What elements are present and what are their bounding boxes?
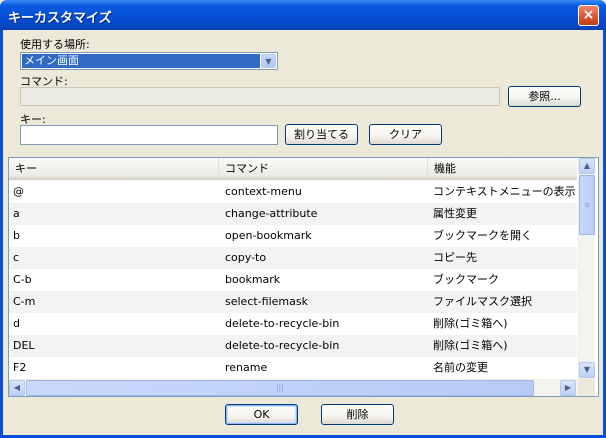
command-cell: copy-to: [225, 251, 267, 264]
command-cell: bookmark: [225, 273, 281, 286]
command-cell: select-filemask: [225, 295, 308, 308]
delete-button[interactable]: 削除: [321, 404, 394, 425]
function-cell: コンテキストメニューの表示: [433, 185, 576, 198]
dialog-body: 使用する場所: メイン画面 ▼ コマンド: 参照... キー: 割り当てる クリ…: [3, 30, 603, 435]
column-header-key[interactable]: キー: [9, 158, 219, 180]
table-row[interactable]: @ context-menu コンテキストメニューの表示: [9, 181, 577, 203]
key-binding-table[interactable]: キー コマンド 機能 @ context-menu コンテキストメニューの表示 …: [8, 157, 599, 397]
close-button[interactable]: ×: [578, 5, 599, 26]
table-row[interactable]: DEL delete-to-recycle-bin 削除(ゴミ箱へ): [9, 335, 577, 357]
command-cell: delete-to-recycle-bin: [225, 339, 340, 352]
key-cell: DEL: [13, 339, 35, 352]
command-cell: rename: [225, 361, 268, 374]
function-cell: ブックマークを開く: [433, 229, 532, 242]
command-cell: delete-to-recycle-bin: [225, 317, 340, 330]
browse-button[interactable]: 参照...: [508, 86, 581, 107]
assign-button[interactable]: 割り当てる: [285, 124, 358, 145]
location-dropdown[interactable]: メイン画面 ▼: [20, 52, 278, 70]
clear-button[interactable]: クリア: [369, 124, 442, 145]
vertical-scrollbar[interactable]: ▲ ≡ ▼: [578, 158, 595, 379]
command-cell: context-menu: [225, 185, 302, 198]
table-header: キー コマンド 機能: [9, 158, 577, 180]
close-icon: ×: [582, 7, 595, 23]
table-row[interactable]: d delete-to-recycle-bin 削除(ゴミ箱へ): [9, 313, 577, 335]
table-row[interactable]: F2 rename 名前の変更: [9, 357, 577, 379]
table-row[interactable]: b open-bookmark ブックマークを開く: [9, 225, 577, 247]
arrow-down-icon[interactable]: ▼: [579, 362, 595, 378]
window-title: キーカスタマイズ: [8, 11, 112, 26]
location-label: 使用する場所:: [20, 38, 90, 51]
key-cell: C-m: [13, 295, 36, 308]
horizontal-scroll-thumb[interactable]: |||: [26, 380, 534, 396]
horizontal-scrollbar[interactable]: ◀ ||| ▶: [9, 379, 578, 396]
function-cell: 属性変更: [433, 207, 477, 220]
chevron-down-icon[interactable]: ▼: [261, 54, 276, 68]
title-bar[interactable]: キーカスタマイズ ×: [0, 0, 606, 30]
arrow-left-icon[interactable]: ◀: [9, 380, 25, 396]
key-cell: a: [13, 207, 20, 220]
function-cell: ファイルマスク選択: [433, 295, 532, 308]
table-row[interactable]: a change-attribute 属性変更: [9, 203, 577, 225]
command-field[interactable]: [20, 87, 500, 106]
function-cell: 削除(ゴミ箱へ): [433, 317, 508, 330]
key-field[interactable]: [20, 125, 278, 145]
location-selected-value: メイン画面: [22, 54, 260, 68]
key-cell: d: [13, 317, 20, 330]
arrow-up-icon[interactable]: ▲: [579, 158, 595, 174]
command-cell: open-bookmark: [225, 229, 312, 242]
column-header-function[interactable]: 機能: [428, 158, 577, 180]
command-cell: change-attribute: [225, 207, 318, 220]
table-row[interactable]: c copy-to コピー先: [9, 247, 577, 269]
function-cell: 削除(ゴミ箱へ): [433, 339, 508, 352]
key-cell: c: [13, 251, 20, 264]
key-cell: b: [13, 229, 20, 242]
key-cell: F2: [13, 361, 27, 374]
table-row[interactable]: C-m select-filemask ファイルマスク選択: [9, 291, 577, 313]
vertical-scroll-thumb[interactable]: ≡: [579, 175, 595, 235]
column-header-command[interactable]: コマンド: [219, 158, 428, 180]
dialog-window: キーカスタマイズ × 使用する場所: メイン画面 ▼ コマンド: 参照... キ…: [0, 0, 606, 438]
key-cell: C-b: [13, 273, 32, 286]
key-cell: @: [13, 185, 24, 198]
function-cell: 名前の変更: [433, 361, 488, 374]
arrow-right-icon[interactable]: ▶: [560, 380, 576, 396]
ok-button[interactable]: OK: [225, 404, 298, 425]
function-cell: ブックマーク: [433, 273, 499, 286]
scroll-corner: [578, 379, 595, 396]
table-row[interactable]: C-b bookmark ブックマーク: [9, 269, 577, 291]
function-cell: コピー先: [433, 251, 477, 264]
